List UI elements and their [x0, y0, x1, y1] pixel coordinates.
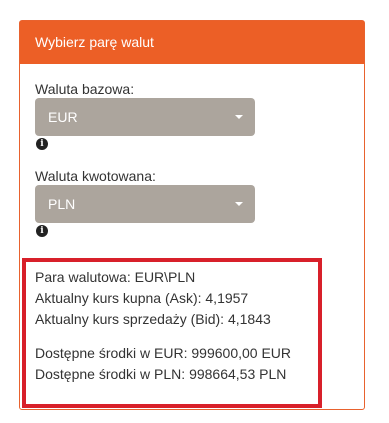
- base-currency-label: Waluta bazowa:: [35, 81, 135, 97]
- base-currency-value: EUR: [48, 109, 78, 125]
- panel-title: Wybierz parę walut: [35, 34, 154, 50]
- funds-pln-text: Dostępne środki w PLN: 998664,53 PLN: [35, 366, 287, 382]
- bid-rate-text: Aktualny kurs sprzedaży (Bid): 4,1843: [35, 311, 271, 327]
- quote-currency-select[interactable]: PLN: [35, 185, 255, 223]
- quote-currency-label: Waluta kwotowana:: [35, 168, 156, 184]
- ask-rate-text: Aktualny kurs kupna (Ask): 4,1957: [35, 290, 249, 306]
- quote-currency-value: PLN: [48, 196, 76, 212]
- base-currency-select[interactable]: EUR: [35, 98, 255, 136]
- chevron-down-icon: [235, 202, 243, 206]
- info-circle-icon[interactable]: i: [36, 138, 48, 150]
- chevron-down-icon: [235, 115, 243, 119]
- info-circle-icon[interactable]: i: [36, 225, 48, 237]
- funds-eur-text: Dostępne środki w EUR: 999600,00 EUR: [35, 345, 292, 361]
- panel-header: Wybierz parę walut: [20, 21, 364, 64]
- currency-pair-text: Para walutowa: EUR\PLN: [35, 269, 196, 285]
